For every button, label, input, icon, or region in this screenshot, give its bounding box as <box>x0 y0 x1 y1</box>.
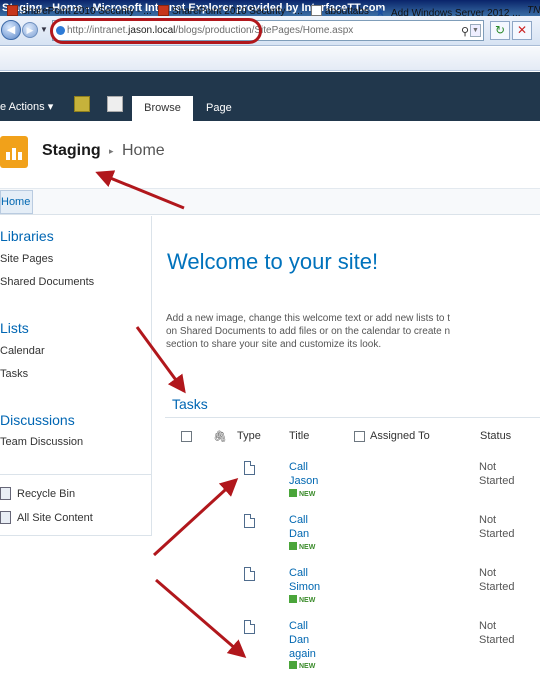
top-nav-home[interactable]: Home <box>0 190 33 214</box>
favorite-link-1[interactable]: SharePoint 2010 Security - ... <box>7 5 152 17</box>
navigate-up-icon[interactable] <box>74 96 90 112</box>
new-label: NEW <box>299 491 316 498</box>
tab-page[interactable]: Page <box>206 102 232 114</box>
search-icon[interactable]: ⚲ <box>461 23 469 40</box>
divider <box>165 417 540 418</box>
attachment-icon: 🖇 <box>213 431 227 443</box>
new-icon <box>289 489 297 497</box>
welcome-heading: Welcome to your site! <box>167 249 379 274</box>
new-badge: NEW <box>289 489 315 498</box>
column-header-status[interactable]: Status <box>480 430 511 442</box>
breadcrumb-site[interactable]: Staging <box>42 142 101 160</box>
task-status: Not Started <box>479 620 515 646</box>
new-icon <box>289 595 297 603</box>
tasks-webpart-title[interactable]: Tasks <box>172 396 208 412</box>
favorite-link-5[interactable]: TN <box>527 5 540 16</box>
divider <box>0 474 152 475</box>
assigned-to-checkbox[interactable] <box>354 431 365 442</box>
task-title-link[interactable]: Call Simon <box>289 566 333 594</box>
column-header-type[interactable]: Type <box>237 430 261 442</box>
select-all-checkbox[interactable] <box>181 431 192 442</box>
sharepoint-icon <box>7 5 18 16</box>
quick-launch-tasks[interactable]: Tasks <box>0 368 28 380</box>
new-badge: NEW <box>289 595 315 604</box>
favorite-label: TN <box>527 5 540 16</box>
document-icon <box>244 514 255 528</box>
quick-launch-shared-documents[interactable]: Shared Documents <box>0 276 94 288</box>
task-status: Not Started <box>479 567 515 593</box>
back-arrow-icon: ◀ <box>6 24 16 36</box>
annotation-arrow <box>152 477 239 557</box>
quick-launch-site-pages[interactable]: Site Pages <box>0 253 53 265</box>
sharepoint-icon <box>158 5 169 16</box>
document-icon <box>244 461 255 475</box>
task-title-link[interactable]: Call Jason <box>289 460 333 488</box>
tab-browse[interactable]: Browse <box>132 96 193 121</box>
quick-launch-lists[interactable]: Lists <box>0 320 29 336</box>
top-navigation <box>0 189 540 215</box>
forward-button[interactable]: ▶ <box>22 22 38 38</box>
new-badge: NEW <box>289 542 315 551</box>
edit-page-icon[interactable] <box>107 96 123 112</box>
favorite-label: SharePoint 2010 Security - ... <box>172 6 303 17</box>
new-label: NEW <box>299 663 316 670</box>
refresh-button[interactable]: ↻ <box>490 21 510 40</box>
new-icon <box>289 542 297 550</box>
favorite-label: abouttabs <box>325 6 369 17</box>
task-title-link[interactable]: Call Dan <box>289 513 333 541</box>
recycle-bin-icon <box>0 487 11 500</box>
history-dropdown-icon[interactable]: ▼ <box>40 25 48 34</box>
favorite-link-3[interactable]: abouttabs <box>311 5 369 17</box>
document-icon <box>244 567 255 581</box>
chevron-right-icon: ▸ <box>109 146 114 156</box>
new-badge: NEW <box>289 661 315 670</box>
all-site-content-icon <box>0 511 11 524</box>
recycle-bin-link[interactable]: Recycle Bin <box>17 488 75 500</box>
favorite-label: SharePoint 2010 Security - ... <box>21 6 152 17</box>
new-label: NEW <box>299 544 316 551</box>
column-header-assigned-to[interactable]: Assigned To <box>370 430 430 442</box>
favorite-link-2[interactable]: SharePoint 2010 Security - ... <box>158 5 303 17</box>
intro-text: Add a new image, change this welcome tex… <box>166 312 540 351</box>
quick-launch-discussions[interactable]: Discussions <box>0 412 75 428</box>
intro-line: Add a new image, change this welcome tex… <box>166 313 451 324</box>
address-dropdown-icon[interactable]: ▼ <box>470 24 481 37</box>
task-title-link[interactable]: Call Dan again <box>289 619 333 661</box>
back-button[interactable]: ◀ <box>1 20 21 40</box>
page-icon <box>311 5 322 16</box>
refresh-icon: ↻ <box>494 23 506 37</box>
stop-button[interactable]: ✕ <box>512 21 532 40</box>
favorite-label: Add Windows Server 2012 ... <box>391 8 521 19</box>
intro-line: on Shared Documents to add files or on t… <box>166 326 451 337</box>
task-status: Not Started <box>479 514 515 540</box>
new-label: NEW <box>299 597 316 604</box>
annotation-arrow <box>155 578 247 658</box>
task-status: Not Started <box>479 461 515 487</box>
all-site-content-link[interactable]: All Site Content <box>17 512 93 524</box>
page-title: Home <box>122 142 165 159</box>
site-actions-menu[interactable]: e Actions ▾ <box>0 100 53 113</box>
document-icon <box>244 620 255 634</box>
favorite-link-4[interactable]: ★ Add Windows Server 2012 ... <box>375 5 521 19</box>
site-logo-icon[interactable] <box>0 136 28 168</box>
annotation-circle <box>50 18 262 44</box>
forward-arrow-icon: ▶ <box>26 25 34 35</box>
intro-line: section to share your site and customize… <box>166 339 382 350</box>
quick-launch-team-discussion[interactable]: Team Discussion <box>0 436 83 448</box>
star-icon: ★ <box>375 5 386 19</box>
quick-launch-libraries[interactable]: Libraries <box>0 228 54 244</box>
quick-launch-calendar[interactable]: Calendar <box>0 345 45 357</box>
favorites-bar <box>0 47 540 71</box>
close-icon: ✕ <box>516 23 528 37</box>
divider <box>0 535 152 536</box>
column-header-title[interactable]: Title <box>289 430 309 442</box>
new-icon <box>289 661 297 669</box>
